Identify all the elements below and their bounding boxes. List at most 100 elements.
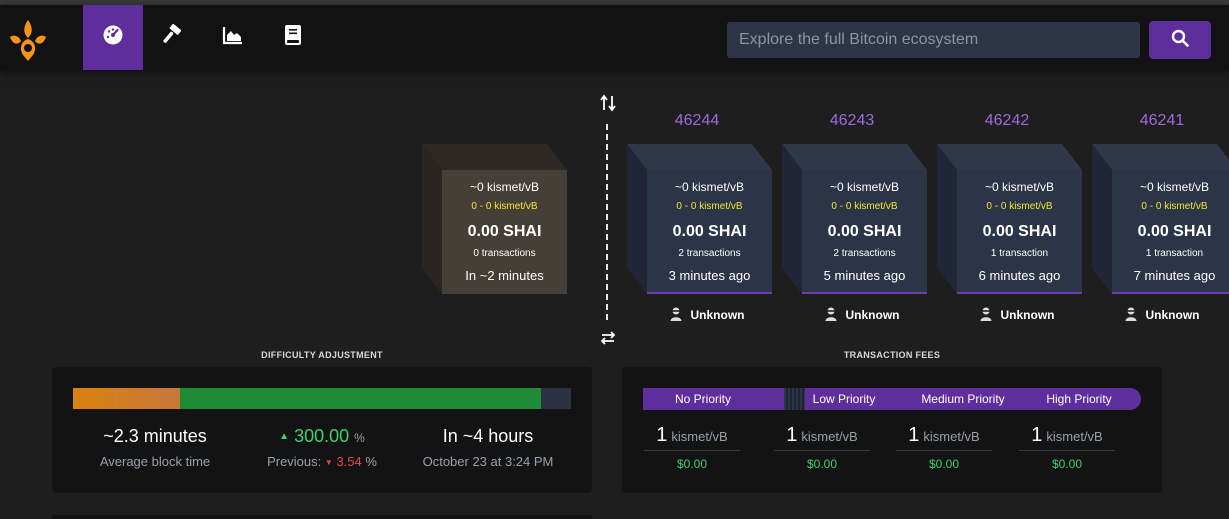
block-median-fee: ~0 kismet/vB — [469, 180, 540, 194]
avg-block-time-value: ~2.3 minutes — [103, 426, 207, 446]
miner-name: Unknown — [690, 308, 745, 322]
mempool-chain-divider — [606, 124, 608, 320]
chart-area-icon — [222, 25, 244, 50]
fee-usd: $0.00 — [1051, 457, 1083, 471]
block-tx-count: 0 transactions — [473, 248, 536, 259]
mined-blocks-fill — [180, 388, 542, 409]
block-top-face — [422, 144, 567, 170]
difficulty-change: ▲ 300.00 % — [252, 426, 392, 447]
block-fee-range: 0 - 0 kismet/vB — [1141, 201, 1208, 212]
mined-block[interactable]: ~0 kismet/vB 0 - 0 kismet/vB 0.00 SHAI 1… — [1092, 144, 1229, 294]
fee-priority-bar: No Priority Low Priority Medium Priority… — [643, 388, 1141, 410]
miner-avatar-icon — [670, 307, 682, 324]
logo-icon[interactable] — [6, 17, 50, 63]
block-front-face: ~0 kismet/vB 0 - 0 kismet/vB 0.00 SHAI 1… — [957, 170, 1082, 294]
previous-value: 3.54 — [336, 454, 362, 469]
block-total-amount: 0.00 SHAI — [467, 223, 542, 240]
avg-block-time-label: Average block time — [99, 454, 211, 469]
block-tx-count: 2 transactions — [678, 248, 741, 259]
fee-rate: 1 kismet/vB — [908, 424, 980, 446]
fee-usd: $0.00 — [676, 457, 708, 471]
elapsed-time-fill — [73, 388, 181, 409]
block-median-fee: ~0 kismet/vB — [1139, 180, 1210, 194]
block-top-face — [782, 144, 927, 170]
fee-usd: $0.00 — [806, 457, 838, 471]
block-top-face — [937, 144, 1082, 170]
block-miner[interactable]: Unknown — [642, 306, 772, 324]
block-tx-count: 2 transactions — [833, 248, 896, 259]
low-priority-fee: 1 kismet/vB $0.00 — [774, 424, 870, 471]
block-total-amount: 0.00 SHAI — [827, 223, 902, 240]
medium-priority-fee: 1 kismet/vB $0.00 — [896, 424, 992, 471]
block-height-link[interactable]: 46243 — [792, 112, 912, 130]
block-front-face: ~0 kismet/vB 0 - 0 kismet/vB 0.00 SHAI 0… — [442, 170, 567, 294]
previous-change: Previous: ▼ 3.54 % — [242, 454, 402, 469]
block-total-amount: 0.00 SHAI — [1137, 223, 1212, 240]
block-time: 3 minutes ago — [668, 268, 751, 283]
block-height-link[interactable]: 46241 — [1102, 112, 1222, 130]
graphs-nav-button[interactable] — [203, 5, 263, 70]
fee-rate: 1 kismet/vB — [786, 424, 858, 446]
previous-label: Previous: — [267, 454, 322, 469]
miner-avatar-icon — [980, 307, 992, 324]
block-top-face — [1092, 144, 1229, 170]
caret-down-icon: ▼ — [324, 458, 333, 467]
block-side-face — [782, 144, 802, 294]
medium-priority-label: Medium Priority — [921, 392, 1005, 406]
block-total-amount: 0.00 SHAI — [672, 223, 747, 240]
block-time: 5 minutes ago — [823, 268, 906, 283]
difficulty-progress-bar — [73, 388, 571, 409]
next-adjustment-eta: In ~4 hours — [442, 426, 534, 446]
high-priority-fee: 1 kismet/vB $0.00 — [1019, 424, 1115, 471]
block-front-face: ~0 kismet/vB 0 - 0 kismet/vB 0.00 SHAI 2… — [647, 170, 772, 294]
block-miner[interactable]: Unknown — [1097, 306, 1227, 324]
block-fee-range: 0 - 0 kismet/vB — [986, 201, 1053, 212]
arrow-left-right-icon[interactable] — [600, 330, 616, 346]
fees-section-title: TRANSACTION FEES — [843, 350, 941, 360]
block-tx-count: 1 transaction — [1145, 248, 1204, 259]
difficulty-change-unit: % — [354, 431, 365, 445]
mined-block[interactable]: ~0 kismet/vB 0 - 0 kismet/vB 0.00 SHAI 2… — [782, 144, 927, 294]
difficulty-change-value: 300.00 — [294, 426, 350, 446]
block-side-face — [1092, 144, 1112, 294]
block-height-link[interactable]: 46242 — [947, 112, 1067, 130]
fee-rate: 1 kismet/vB — [1031, 424, 1103, 446]
search-button[interactable] — [1149, 21, 1211, 59]
fees-card: No Priority Low Priority Medium Priority… — [622, 367, 1162, 493]
mining-nav-button[interactable] — [143, 5, 203, 70]
low-priority-label: Low Priority — [812, 392, 876, 406]
gauge-icon — [102, 24, 124, 51]
top-navbar — [0, 5, 1229, 70]
fee-divider — [896, 450, 992, 451]
block-top-face — [627, 144, 772, 170]
fee-rate: 1 kismet/vB — [656, 424, 728, 446]
miner-name: Unknown — [1145, 308, 1200, 322]
block-fee-range: 0 - 0 kismet/vB — [471, 201, 538, 212]
docs-nav-button[interactable] — [263, 5, 323, 70]
difficulty-section-title: DIFFICULTY ADJUSTMENT — [261, 350, 383, 360]
block-miner[interactable]: Unknown — [952, 306, 1082, 324]
pending-block[interactable]: ~0 kismet/vB 0 - 0 kismet/vB 0.00 SHAI 0… — [422, 144, 567, 294]
next-adjustment-date: October 23 at 3:24 PM — [422, 454, 554, 469]
arrow-up-down-icon[interactable] — [600, 94, 616, 112]
block-height-link[interactable]: 46244 — [637, 112, 757, 130]
block-total-amount: 0.00 SHAI — [982, 223, 1057, 240]
block-fee-range: 0 - 0 kismet/vB — [831, 201, 898, 212]
block-fee-range: 0 - 0 kismet/vB — [676, 201, 743, 212]
book-icon — [284, 24, 302, 51]
block-median-fee: ~0 kismet/vB — [984, 180, 1055, 194]
search-input[interactable] — [727, 22, 1140, 58]
dashboard-nav-button[interactable] — [83, 5, 143, 70]
miner-name: Unknown — [845, 308, 900, 322]
difficulty-card: ~2.3 minutes Average block time ▲ 300.00… — [52, 367, 592, 493]
block-miner[interactable]: Unknown — [797, 306, 927, 324]
no-priority-label: No Priority — [674, 392, 731, 406]
mined-block[interactable]: ~0 kismet/vB 0 - 0 kismet/vB 0.00 SHAI 2… — [627, 144, 772, 294]
search-icon — [1171, 29, 1189, 52]
previous-unit: % — [365, 454, 377, 469]
block-front-face: ~0 kismet/vB 0 - 0 kismet/vB 0.00 SHAI 2… — [802, 170, 927, 294]
block-side-face — [937, 144, 957, 294]
mined-block[interactable]: ~0 kismet/vB 0 - 0 kismet/vB 0.00 SHAI 1… — [937, 144, 1082, 294]
no-priority-fee: 1 kismet/vB $0.00 — [644, 424, 740, 471]
block-time: 7 minutes ago — [1133, 268, 1216, 283]
